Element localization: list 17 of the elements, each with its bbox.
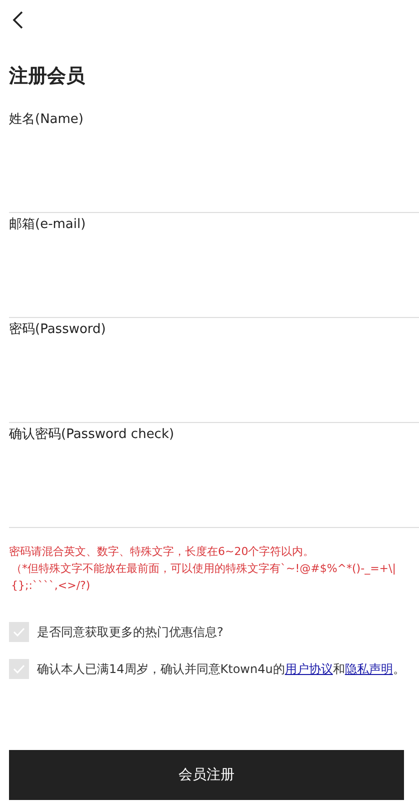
agreement-text: 是否同意获取更多的热门优惠信息?	[37, 624, 224, 641]
agreement-text: 确认本人已满14周岁，确认并同意Ktown4u的用户协议和隐私声明。	[37, 661, 405, 678]
checkmark-icon	[13, 664, 25, 674]
checkbox[interactable]	[9, 659, 29, 679]
privacy-link[interactable]: 隐私声明	[344, 662, 393, 676]
terms-link[interactable]: 用户协议	[284, 662, 333, 676]
field-label: 密码(Password)	[9, 321, 106, 339]
checkbox[interactable]	[9, 622, 29, 642]
back-icon[interactable]	[12, 10, 24, 30]
field-label: 姓名(Name)	[9, 111, 84, 129]
field-label: 邮箱(e-mail)	[9, 216, 86, 234]
field-label: 确认密码(Password check)	[9, 426, 174, 444]
register-button[interactable]: 会员注册	[9, 750, 404, 800]
checkmark-icon	[13, 627, 25, 637]
page-title: 注册会员	[9, 64, 86, 88]
password-hint: 密码请混合英文、数字、特殊文字，长度在6~20个字符以内。	[9, 544, 316, 560]
password-hint: （*但特殊文字不能放在最前面，可以使用的特殊文字有`~!@#$%^*()-_=+\|{};:````,<>/?)	[10, 561, 397, 594]
